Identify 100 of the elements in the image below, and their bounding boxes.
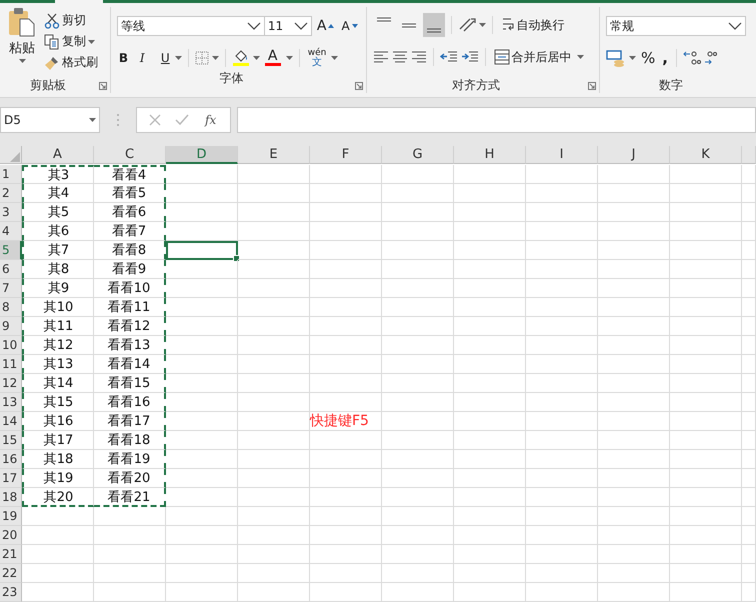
table-cell[interactable]: 看看4 xyxy=(94,165,166,184)
table-cell[interactable] xyxy=(166,450,238,469)
table-cell[interactable] xyxy=(526,298,598,317)
table-cell[interactable]: 看看7 xyxy=(94,222,166,241)
table-cell[interactable] xyxy=(454,545,526,564)
table-cell[interactable]: 看看21 xyxy=(94,488,166,507)
column-header[interactable]: C xyxy=(94,146,166,164)
table-cell[interactable] xyxy=(526,241,598,260)
table-cell[interactable] xyxy=(166,222,238,241)
row-header[interactable]: 23 xyxy=(0,583,22,602)
table-cell[interactable] xyxy=(598,241,670,260)
row-header[interactable]: 22 xyxy=(0,564,22,583)
table-cell[interactable]: 其3 xyxy=(22,165,94,184)
column-header[interactable]: F xyxy=(310,146,382,164)
table-cell[interactable]: 看看18 xyxy=(94,431,166,450)
table-cell[interactable] xyxy=(454,507,526,526)
table-cell[interactable] xyxy=(598,203,670,222)
table-cell[interactable] xyxy=(382,184,454,203)
table-cell[interactable] xyxy=(454,583,526,602)
table-cell[interactable]: 看看19 xyxy=(94,450,166,469)
number-format-select[interactable]: 常规 xyxy=(606,16,746,36)
table-cell[interactable] xyxy=(22,545,94,564)
table-cell[interactable] xyxy=(742,507,756,526)
column-header[interactable] xyxy=(742,146,756,164)
table-cell[interactable] xyxy=(238,184,310,203)
row-header[interactable]: 11 xyxy=(0,355,22,374)
table-cell[interactable] xyxy=(670,165,742,184)
table-cell[interactable]: 看看15 xyxy=(94,374,166,393)
table-cell[interactable] xyxy=(670,450,742,469)
table-cell[interactable] xyxy=(454,374,526,393)
row-header[interactable]: 19 xyxy=(0,507,22,526)
table-cell[interactable] xyxy=(310,374,382,393)
select-all-icon[interactable] xyxy=(9,151,21,163)
table-cell[interactable]: 看看8 xyxy=(94,241,166,260)
cut-button[interactable]: 剪切 xyxy=(42,11,100,30)
table-cell[interactable] xyxy=(238,260,310,279)
table-cell[interactable] xyxy=(94,583,166,602)
table-cell[interactable] xyxy=(598,355,670,374)
table-cell[interactable] xyxy=(382,260,454,279)
merge-center-button[interactable]: 合并后居中 xyxy=(492,48,574,66)
table-cell[interactable] xyxy=(382,583,454,602)
table-cell[interactable] xyxy=(526,564,598,583)
row-header[interactable]: 5 xyxy=(0,241,22,260)
table-cell[interactable] xyxy=(166,488,238,507)
name-box[interactable]: D5 xyxy=(0,107,100,133)
table-cell[interactable] xyxy=(310,165,382,184)
table-cell[interactable]: 其10 xyxy=(22,298,94,317)
table-cell[interactable] xyxy=(454,222,526,241)
table-cell[interactable] xyxy=(670,222,742,241)
table-cell[interactable] xyxy=(598,298,670,317)
table-cell[interactable]: 看看16 xyxy=(94,393,166,412)
table-cell[interactable] xyxy=(454,165,526,184)
table-cell[interactable] xyxy=(310,469,382,488)
table-cell[interactable]: 其17 xyxy=(22,431,94,450)
table-cell[interactable] xyxy=(742,545,756,564)
table-cell[interactable]: 其19 xyxy=(22,469,94,488)
table-cell[interactable] xyxy=(382,431,454,450)
dialog-launcher-icon[interactable] xyxy=(98,82,107,90)
table-cell[interactable] xyxy=(670,526,742,545)
table-cell[interactable] xyxy=(670,241,742,260)
table-cell[interactable] xyxy=(670,583,742,602)
table-cell[interactable]: 其11 xyxy=(22,317,94,336)
table-cell[interactable]: 看看11 xyxy=(94,298,166,317)
table-cell[interactable] xyxy=(742,279,756,298)
increase-indent-icon[interactable] xyxy=(460,50,479,64)
column-header[interactable]: K xyxy=(670,146,742,164)
table-cell[interactable] xyxy=(382,488,454,507)
table-cell[interactable] xyxy=(526,355,598,374)
table-cell[interactable] xyxy=(598,222,670,241)
percent-button[interactable]: % xyxy=(639,48,658,68)
row-header[interactable]: 12 xyxy=(0,374,22,393)
table-cell[interactable] xyxy=(526,526,598,545)
table-cell[interactable] xyxy=(670,564,742,583)
table-cell[interactable] xyxy=(238,317,310,336)
table-cell[interactable] xyxy=(310,526,382,545)
table-cell[interactable] xyxy=(526,507,598,526)
table-cell[interactable] xyxy=(454,431,526,450)
insert-function-button[interactable]: fx xyxy=(203,112,218,128)
format-painter-button[interactable]: 格式刷 xyxy=(42,53,100,72)
table-cell[interactable] xyxy=(238,393,310,412)
table-cell[interactable] xyxy=(526,393,598,412)
table-cell[interactable] xyxy=(166,583,238,602)
table-cell[interactable] xyxy=(166,336,238,355)
table-cell[interactable] xyxy=(382,526,454,545)
table-cell[interactable]: 看看12 xyxy=(94,317,166,336)
table-cell[interactable]: 其16 xyxy=(22,412,94,431)
table-cell[interactable] xyxy=(94,564,166,583)
table-cell[interactable] xyxy=(382,355,454,374)
confirm-icon[interactable] xyxy=(175,114,189,126)
phonetic-button[interactable]: wén 文 xyxy=(306,47,328,69)
table-cell[interactable] xyxy=(598,564,670,583)
table-cell[interactable] xyxy=(742,450,756,469)
table-cell[interactable] xyxy=(742,241,756,260)
table-cell[interactable] xyxy=(598,526,670,545)
row-header[interactable]: 4 xyxy=(0,222,22,241)
table-cell[interactable] xyxy=(670,355,742,374)
table-cell[interactable] xyxy=(238,298,310,317)
table-cell[interactable] xyxy=(598,583,670,602)
orientation-icon[interactable] xyxy=(458,17,476,33)
table-cell[interactable] xyxy=(454,393,526,412)
